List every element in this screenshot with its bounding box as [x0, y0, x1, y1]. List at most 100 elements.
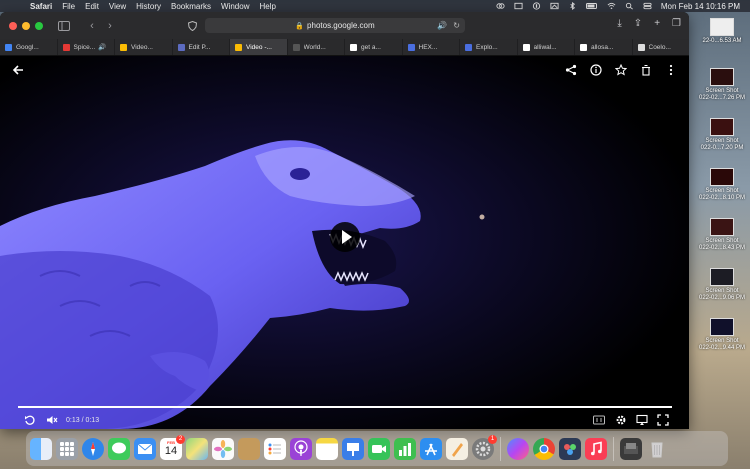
fullscreen-icon[interactable] [655, 412, 671, 428]
podcasts-icon[interactable] [290, 437, 312, 460]
notes-icon[interactable] [316, 437, 338, 460]
tab-4[interactable]: Edit P... [172, 39, 229, 55]
keynote-icon[interactable] [342, 437, 364, 460]
minimize-window-button[interactable] [22, 21, 30, 30]
menu-history[interactable]: History [136, 2, 161, 11]
contacts-icon[interactable] [238, 437, 260, 460]
messages-icon[interactable] [108, 437, 130, 460]
menu-edit[interactable]: Edit [85, 2, 99, 11]
menu-help[interactable]: Help [259, 2, 275, 11]
tab-label: World... [303, 43, 326, 51]
sidebar-toggle-icon[interactable] [57, 19, 71, 33]
downloads-icon[interactable]: ⤓ [617, 18, 621, 29]
battery-icon[interactable] [585, 2, 598, 10]
maps-icon[interactable] [186, 437, 208, 460]
tab-9[interactable]: Explo... [460, 39, 517, 55]
more-vert-icon[interactable] [663, 62, 679, 78]
lock-icon: 🔒 [295, 22, 305, 30]
creative-cloud-icon[interactable] [496, 2, 505, 10]
forward-icon[interactable]: › [103, 19, 117, 33]
reload-icon[interactable]: ↻ [453, 21, 460, 30]
tab-label: Explo... [476, 43, 498, 51]
info-icon[interactable] [588, 62, 604, 78]
close-window-button[interactable] [9, 21, 17, 30]
safari-icon[interactable] [82, 437, 104, 460]
share-page-icon[interactable]: ⇪ [634, 18, 642, 29]
replay-icon[interactable] [22, 412, 38, 428]
bluetooth-icon[interactable] [568, 2, 577, 10]
control-center-icon[interactable] [643, 2, 652, 10]
desktop-file[interactable]: Screen Shot 022-02...7.26 PM [694, 68, 750, 118]
new-tab-icon[interactable]: + [654, 18, 660, 29]
desktop-files: 22-0...6.53 AM Screen Shot 022-02...7.26… [694, 18, 750, 368]
desktop-file[interactable]: Screen Shot 022-02...9.06 PM [694, 268, 750, 318]
tab-10[interactable]: alliwal... [517, 39, 574, 55]
back-icon[interactable]: ‹ [85, 19, 99, 33]
dock-separator [613, 436, 614, 461]
fullscreen-window-button[interactable] [35, 21, 43, 30]
tab-6[interactable]: World... [287, 39, 344, 55]
menu-bookmarks[interactable]: Bookmarks [171, 2, 211, 11]
reminders-icon[interactable] [264, 437, 286, 460]
share-icon[interactable] [563, 62, 579, 78]
tab-2[interactable]: Spice... 🔊 [57, 39, 114, 55]
mute-icon[interactable] [44, 412, 60, 428]
star-icon[interactable] [613, 62, 629, 78]
1password-icon[interactable] [532, 2, 541, 10]
dock: FEB 14 2 1 [26, 431, 728, 466]
screen-record-icon[interactable] [514, 2, 523, 10]
tab-12[interactable]: Coelo... [632, 39, 689, 55]
video-viewer[interactable]: 0:13 / 0:13 [0, 56, 689, 429]
launchpad-icon[interactable] [56, 437, 78, 460]
tab-label: alliwal... [533, 43, 557, 51]
airplay-icon[interactable] [634, 412, 650, 428]
wallpaper-icon[interactable] [550, 2, 559, 10]
tab-3[interactable]: Video... [115, 39, 172, 55]
pages-icon[interactable] [446, 437, 468, 460]
tab-label: allosa... [591, 43, 614, 51]
mail-icon[interactable] [134, 437, 156, 460]
address-bar[interactable]: 🔒 photos.google.com 🔊 ↻ [205, 18, 465, 33]
desktop-file[interactable]: 22-0...6.53 AM [694, 18, 750, 68]
tab-11[interactable]: allosa... [575, 39, 632, 55]
captions-icon[interactable] [591, 412, 607, 428]
progress-bar[interactable] [18, 406, 672, 408]
tab-label: Video... [131, 43, 153, 51]
desktop-file[interactable]: Screen Shot 022-02...8.10 PM [694, 168, 750, 218]
search-icon[interactable] [625, 2, 634, 10]
menu-clock[interactable]: Mon Feb 14 10:16 PM [661, 2, 740, 11]
menu-file[interactable]: File [62, 2, 75, 11]
desktop-file[interactable]: Screen Shot 022-02...9.44 PM [694, 318, 750, 368]
menu-app-name[interactable]: Safari [30, 2, 52, 11]
menu-view[interactable]: View [109, 2, 126, 11]
tab-8[interactable]: HEX... [402, 39, 459, 55]
back-arrow-icon[interactable] [10, 62, 26, 78]
tab-overview-icon[interactable]: ❐ [672, 18, 681, 29]
tab-5-active[interactable]: Video -... [230, 39, 287, 55]
settings-icon[interactable] [613, 412, 629, 428]
recent-folder-icon[interactable] [620, 437, 642, 460]
privacy-shield-icon[interactable] [185, 19, 199, 33]
facetime-icon[interactable] [368, 437, 390, 460]
play-button[interactable] [330, 222, 360, 252]
desktop-file[interactable]: Screen Shot 022-02...8.43 PM [694, 218, 750, 268]
photos-icon[interactable] [212, 437, 234, 460]
calendar-icon[interactable]: FEB 14 2 [160, 434, 185, 460]
messenger-icon[interactable] [507, 437, 529, 460]
app-store-icon[interactable] [420, 437, 442, 460]
tab-7[interactable]: get a... [345, 39, 402, 55]
davinci-resolve-icon[interactable] [559, 437, 581, 460]
menu-window[interactable]: Window [221, 2, 249, 11]
desktop-file[interactable]: Screen Shot 022-0...7.20 PM [694, 118, 750, 168]
wifi-icon[interactable] [607, 2, 616, 10]
system-preferences-icon[interactable]: 1 [472, 434, 497, 460]
audio-playing-icon[interactable]: 🔊 [437, 21, 447, 30]
tab-audio-icon[interactable]: 🔊 [98, 43, 106, 51]
trash-bin-icon[interactable] [646, 438, 668, 460]
numbers-icon[interactable] [394, 437, 416, 460]
chrome-icon[interactable] [533, 437, 555, 460]
trash-icon[interactable] [638, 62, 654, 78]
finder-icon[interactable] [30, 437, 52, 460]
tab-1[interactable]: Googl... [0, 39, 57, 55]
music-icon[interactable] [585, 437, 607, 460]
